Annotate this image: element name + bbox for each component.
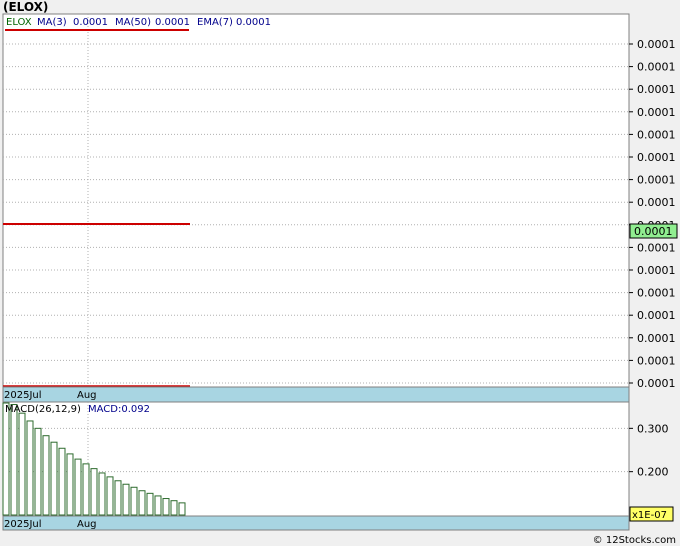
price-y-tick-label: 0.0001	[637, 309, 676, 322]
macd-bar	[146, 492, 154, 516]
price-y-tick-label: 0.0001	[637, 241, 676, 254]
price-y-tick-label: 0.0001	[637, 196, 676, 209]
macd-y-axis: 0.300 0.200	[629, 422, 669, 479]
price-y-tick-label: 0.0001	[637, 128, 676, 141]
macd-bar	[122, 483, 130, 516]
macd-bar	[162, 498, 170, 516]
macd-bar	[26, 420, 34, 516]
macd-bar	[138, 490, 146, 516]
stock-chart: 0.0001 0.0001 0.0001 0.0001 0.0001 0.0001 0.00…	[2, 13, 678, 531]
macd-value-label: MACD:0.092	[88, 404, 150, 415]
macd-bar	[130, 486, 138, 516]
macd-date-strip	[2, 515, 630, 531]
price-y-tick-label: 0.0001	[637, 354, 676, 367]
legend-ema7-value: 0.0001	[236, 17, 271, 28]
macd-bar	[90, 468, 98, 516]
macd-y-tick-label: 0.200	[637, 466, 669, 479]
macd-bar	[2, 402, 10, 516]
price-y-tick-label: 0.0001	[637, 38, 676, 51]
macd-bar	[58, 447, 66, 516]
macd-bar	[82, 463, 90, 516]
ticker-title: (ELOX)	[3, 0, 49, 14]
macd-bar	[106, 476, 114, 516]
price-y-tick-label: 0.0001	[637, 287, 676, 300]
macd-bar	[66, 453, 74, 516]
legend-ema7-label: EMA(7)	[197, 17, 233, 28]
macd-bar	[98, 472, 106, 516]
macd-bar	[10, 404, 18, 516]
macd-bar	[18, 412, 26, 516]
current-price-tag: 0.0001	[634, 225, 673, 238]
macd-y-tick-label: 0.300	[637, 422, 669, 435]
macd-bar	[178, 502, 186, 516]
legend-symbol: ELOX	[6, 17, 32, 28]
footer-credit: © 12Stocks.com	[592, 535, 676, 546]
legend-ma50-value: 0.0001	[155, 17, 190, 28]
price-x-tick-aug: Aug	[77, 390, 97, 401]
price-y-tick-label: 0.0001	[637, 377, 676, 390]
price-y-tick-label: 0.0001	[637, 151, 676, 164]
price-y-tick-label: 0.0001	[637, 264, 676, 277]
legend-ma50-label: MA(50)	[115, 17, 151, 28]
macd-bar	[42, 435, 50, 516]
legend-ma3-value: 0.0001	[73, 17, 108, 28]
price-plot-area	[2, 13, 630, 388]
price-x-tick-jul: 2025Jul	[4, 390, 42, 401]
multiplier-tag: x1E-07	[632, 510, 667, 521]
macd-bar	[74, 458, 82, 516]
legend-ma3-label: MA(3)	[37, 17, 67, 28]
macd-bar	[154, 495, 162, 516]
macd-bar	[34, 427, 42, 516]
macd-bar	[114, 480, 122, 516]
price-y-tick-label: 0.0001	[637, 332, 676, 345]
price-y-tick-label: 0.0001	[637, 174, 676, 187]
price-y-axis: 0.0001 0.0001 0.0001 0.0001 0.0001 0.0001 0.00…	[629, 38, 676, 390]
macd-params-label: MACD(26,12,9)	[5, 404, 81, 415]
macd-x-tick-jul: 2025Jul	[4, 519, 42, 530]
price-y-tick-label: 0.0001	[637, 61, 676, 74]
price-date-strip	[2, 386, 630, 403]
price-y-tick-label: 0.0001	[637, 106, 676, 119]
macd-bar	[170, 500, 178, 516]
macd-bar	[50, 441, 58, 516]
macd-x-tick-aug: Aug	[77, 519, 97, 530]
price-y-tick-label: 0.0001	[637, 83, 676, 96]
